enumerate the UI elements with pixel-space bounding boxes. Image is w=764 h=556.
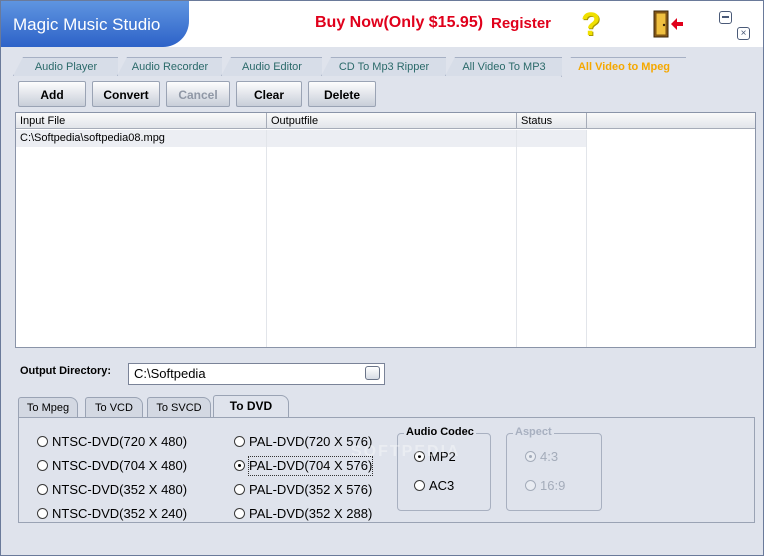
radio-dot — [525, 451, 536, 462]
grid-divider — [516, 130, 517, 347]
softpedia-watermark: SOFTPEDIA — [351, 443, 461, 460]
radio-label: NTSC-DVD(704 X 480) — [52, 458, 188, 473]
tab-to-dvd[interactable]: To DVD — [213, 395, 289, 418]
radio-label: NTSC-DVD(720 X 480) — [52, 434, 188, 449]
tab-audio-recorder[interactable]: Audio Recorder — [117, 57, 222, 76]
radio-label: NTSC-DVD(352 X 480) — [52, 482, 188, 497]
cell-outputfile — [267, 130, 517, 147]
radio-dot — [37, 508, 48, 519]
tab-audio-player[interactable]: Audio Player — [13, 57, 118, 76]
grid-divider — [266, 130, 267, 347]
grid-divider — [586, 130, 587, 347]
radio-dot — [37, 460, 48, 471]
tab-to-svcd[interactable]: To SVCD — [147, 397, 211, 417]
file-grid[interactable]: Input File Outputfile Status C:\Softpedi… — [15, 112, 756, 348]
tab-to-mpeg[interactable]: To Mpeg — [18, 397, 78, 417]
convert-button[interactable]: Convert — [92, 81, 160, 107]
app-window: Magic Music Studio Buy Now(Only $15.95) … — [0, 0, 764, 556]
column-header-status[interactable]: Status — [517, 113, 587, 129]
radio-label: AC3 — [429, 478, 455, 493]
exit-door-icon[interactable] — [651, 9, 685, 39]
app-title: Magic Music Studio — [13, 15, 161, 34]
output-directory-field[interactable]: C:\Softpedia — [128, 363, 385, 385]
column-header-blank — [587, 113, 755, 129]
browse-button[interactable] — [365, 366, 380, 380]
aspect-title: Aspect — [513, 426, 554, 438]
radio-dot — [37, 484, 48, 495]
grid-header: Input File Outputfile Status — [16, 113, 755, 130]
help-icon[interactable]: ? — [581, 7, 609, 41]
minimize-button[interactable] — [719, 11, 732, 24]
register-link[interactable]: Register — [491, 15, 551, 32]
radio-dot — [234, 484, 245, 495]
buy-now-link[interactable]: Buy Now(Only $15.95) — [315, 14, 483, 32]
radio-label: 16:9 — [540, 478, 566, 493]
cell-status — [517, 130, 587, 147]
tab-to-vcd[interactable]: To VCD — [85, 397, 143, 417]
tab-all-video-to-mpeg[interactable]: All Video to Mpeg — [561, 57, 686, 77]
output-directory-label: Output Directory: — [20, 365, 112, 377]
clear-button[interactable]: Clear — [236, 81, 302, 107]
column-header-input-file[interactable]: Input File — [16, 113, 267, 129]
title-pill: Magic Music Studio — [1, 1, 189, 47]
radio-label: NTSC-DVD(352 X 240) — [52, 506, 188, 521]
table-row[interactable]: C:\Softpedia\softpedia08.mpg — [16, 130, 587, 147]
radio-dot — [234, 460, 245, 471]
add-button[interactable]: Add — [18, 81, 86, 107]
cell-input-file: C:\Softpedia\softpedia08.mpg — [20, 132, 165, 144]
radio-label: 4:3 — [540, 449, 559, 464]
tab-cd-to-mp3-ripper[interactable]: CD To Mp3 Ripper — [321, 57, 446, 76]
dvd-settings-panel: NTSC-DVD(720 X 480) NTSC-DVD(704 X 480) … — [18, 417, 755, 523]
tab-all-video-to-mp3[interactable]: All Video To MP3 — [445, 57, 562, 76]
radio-dot — [414, 480, 425, 491]
radio-dot — [234, 508, 245, 519]
radio-dot — [234, 436, 245, 447]
column-header-outputfile[interactable]: Outputfile — [267, 113, 517, 129]
title-bar: Magic Music Studio Buy Now(Only $15.95) … — [1, 1, 763, 47]
radio-label: PAL-DVD(352 X 576) — [249, 482, 373, 497]
tab-audio-editor[interactable]: Audio Editor — [221, 57, 322, 76]
close-button[interactable]: × — [737, 27, 750, 40]
radio-dot — [525, 480, 536, 491]
audio-codec-title: Audio Codec — [404, 426, 476, 438]
radio-dot — [37, 436, 48, 447]
cancel-button[interactable]: Cancel — [166, 81, 230, 107]
delete-button[interactable]: Delete — [308, 81, 376, 107]
radio-label: PAL-DVD(352 X 288) — [249, 506, 373, 521]
main-tabbar: Audio Player Audio Recorder Audio Editor… — [13, 57, 755, 77]
aspect-group: Aspect 4:3 16:9 — [506, 426, 602, 511]
